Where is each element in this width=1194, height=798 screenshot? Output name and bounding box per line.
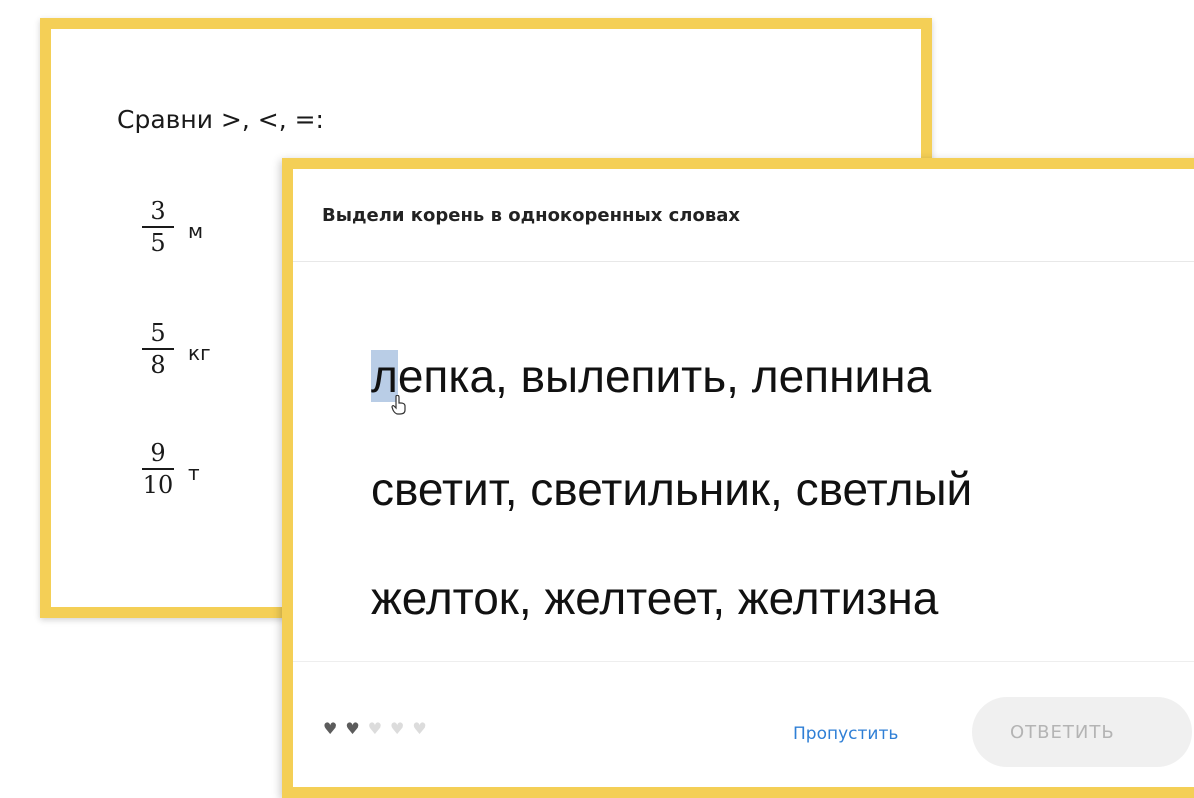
unit-label: кг [188,341,211,365]
word-line[interactable]: лепка, вылепить, лепнина [371,349,931,403]
fraction-numerator: 5 [150,319,166,347]
heart-icon: ♥ [367,719,383,738]
hand-cursor-icon [391,395,406,415]
fraction: 5 8 [136,321,180,377]
unit-label: м [188,219,204,243]
skip-link[interactable]: Пропустить [793,724,898,744]
fraction-denominator: 5 [142,226,174,255]
fraction: 3 5 [136,199,180,255]
heart-icon: ♥ [345,719,360,738]
unit-label: т [188,461,200,485]
answer-button[interactable]: ОТВЕТИТЬ [972,697,1192,767]
word-line-text[interactable]: епка, вылепить, лепнина [398,350,931,402]
footer-divider [293,661,1194,662]
fraction-denominator: 8 [142,348,174,377]
card-header: Выдели корень в однокоренных словах [293,169,1194,262]
word-line[interactable]: желток, желтеет, желтизна [371,571,938,625]
fraction: 9 10 [136,441,180,497]
fraction-denominator: 10 [142,468,174,497]
word-line-text[interactable]: светит, светильник, светлый [371,463,972,515]
fraction-numerator: 9 [150,439,166,467]
word-line-text[interactable]: желток, желтеет, желтизна [371,572,938,624]
compare-title: Сравни >, <, =: [117,105,324,134]
heart-icon: ♥ [323,719,338,738]
word-line[interactable]: светит, светильник, светлый [371,462,972,516]
heart-icon: ♥ [412,719,427,738]
lives-indicator: ♥ ♥ ♥ ♥ ♥ [323,721,427,737]
root-exercise-card: Выдели корень в однокоренных словах лепк… [282,158,1194,798]
exercise-title: Выдели корень в однокоренных словах [322,205,740,226]
fraction-numerator: 3 [150,197,166,225]
heart-icon: ♥ [390,719,405,738]
